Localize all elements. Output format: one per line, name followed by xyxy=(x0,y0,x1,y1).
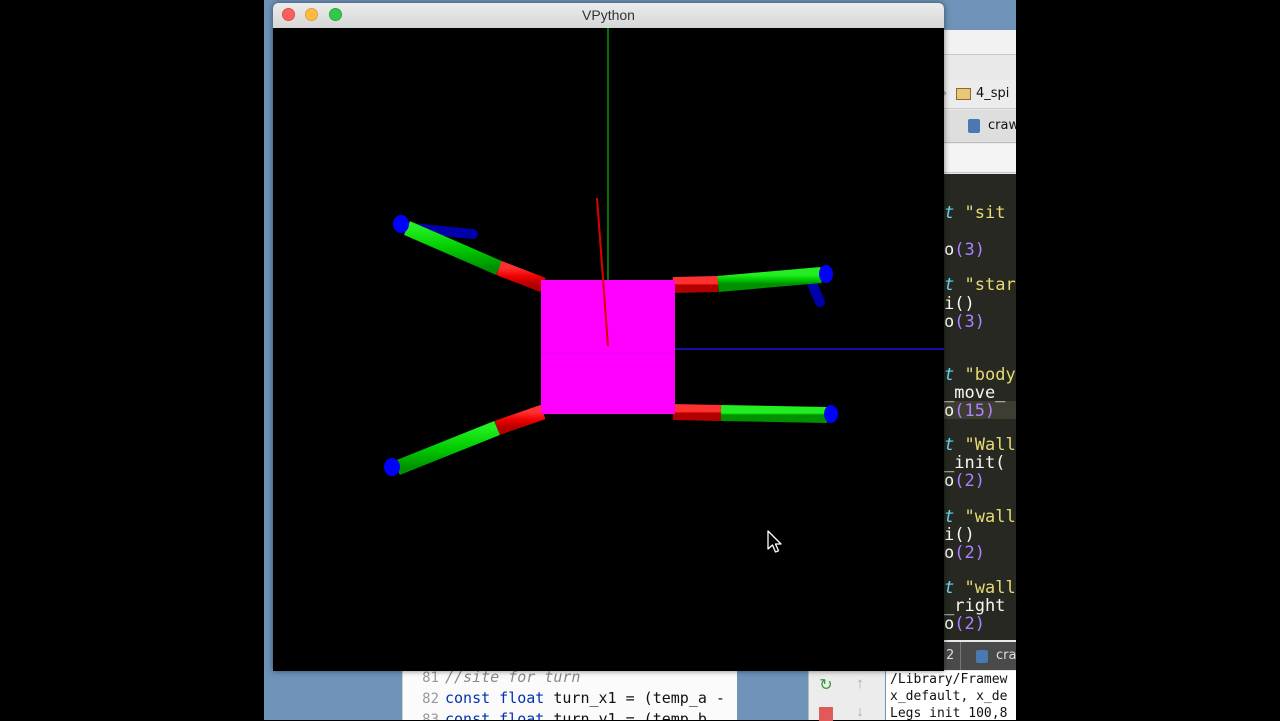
code-token: "sit xyxy=(964,203,1006,223)
code-token: o xyxy=(944,312,955,332)
code-token: o xyxy=(944,240,955,260)
code-token: (2) xyxy=(954,471,985,491)
code-line: _move_ xyxy=(944,384,1005,402)
foot-ball xyxy=(819,265,833,283)
code-token: o xyxy=(944,471,955,491)
code-line: o(2) xyxy=(944,472,985,490)
ide-window: › 4_spi craw t "sito(3)t "stari()o(3)t "… xyxy=(944,30,1016,720)
code-keyword: t xyxy=(944,203,955,223)
window-title: VPython xyxy=(582,7,635,23)
code-keyword: t xyxy=(944,435,955,455)
code-line: _right xyxy=(944,597,1005,615)
run-toolbar: ↻ ↑ ↓ xyxy=(808,671,885,721)
run-tab-label[interactable]: cra xyxy=(996,648,1016,663)
code-token: o xyxy=(944,543,955,563)
code-line: t "wall xyxy=(944,579,1016,597)
code-line: i() xyxy=(944,295,975,313)
code-line: o(2) xyxy=(944,615,985,633)
line-number: 83 xyxy=(422,712,439,720)
code-line: i() xyxy=(944,526,975,544)
folder-icon xyxy=(956,88,971,100)
code-token: "Wall xyxy=(964,435,1016,455)
foot-ball xyxy=(393,215,409,233)
stop-icon[interactable] xyxy=(819,707,833,721)
code-token: (3) xyxy=(954,312,985,332)
leg-upper-segment xyxy=(672,404,722,421)
code-line: o(3) xyxy=(944,313,985,331)
code-token: _init( xyxy=(944,453,1006,473)
code-token: i() xyxy=(944,525,975,545)
code-line: 83 const float turn_y1 = (temp_b xyxy=(403,710,707,720)
code-token: o xyxy=(944,401,955,421)
editor-tab-label[interactable]: craw xyxy=(988,118,1016,133)
code-token: "body xyxy=(964,365,1016,385)
code-line: t "wall xyxy=(944,508,1016,526)
code-keyword: const float xyxy=(445,689,545,707)
code-token: _right xyxy=(944,596,1006,616)
editor-toolbar xyxy=(944,144,1016,173)
console-line: x_default, x_de xyxy=(890,689,1008,704)
code-editor-dark[interactable]: t "sit o(3) t "star i() o(3) t "body _move_ o(1… xyxy=(944,174,1016,669)
code-token: _move_ xyxy=(944,383,1006,403)
scroll-up-icon[interactable]: ↑ xyxy=(851,675,869,693)
breadcrumb-folder-label[interactable]: 4_spi xyxy=(976,86,1009,101)
leg-lower-segment xyxy=(717,267,822,292)
python-file-icon xyxy=(968,119,980,133)
code-line: t "Wall xyxy=(944,436,1016,454)
code-token: o xyxy=(944,614,955,634)
rerun-icon[interactable]: ↻ xyxy=(817,677,835,695)
breadcrumb-separator-icon: › xyxy=(944,86,947,101)
code-token: (15) xyxy=(954,401,996,421)
line-number: 81 xyxy=(422,671,439,686)
code-token: (2) xyxy=(954,614,985,634)
spider-body-box xyxy=(541,280,675,414)
code-token: turn_x1 = (temp_a - xyxy=(544,689,725,707)
run-console[interactable]: /Library/Framew x_default, x_de Legs ini… xyxy=(886,671,1016,720)
code-token: i() xyxy=(944,294,975,314)
code-editor-light[interactable]: 81 //site for turn 82 const float turn_x1 =… xyxy=(402,671,737,720)
leg-back-right xyxy=(672,404,838,423)
python-file-icon xyxy=(976,650,988,663)
code-token: "star xyxy=(964,275,1016,295)
code-token: (3) xyxy=(954,240,985,260)
line-number: 82 xyxy=(422,691,439,707)
leg-upper-segment xyxy=(672,276,719,293)
bottom-tool-tabs: 2 cra xyxy=(944,642,1016,670)
code-line: o(3) xyxy=(944,241,985,259)
code-comment: //site for turn xyxy=(445,671,581,686)
code-line: o(15) xyxy=(944,402,995,420)
code-line: 82 const float turn_x1 = (temp_a - xyxy=(403,689,725,709)
code-keyword: t xyxy=(944,365,955,385)
foot-ball xyxy=(384,458,400,476)
code-keyword: t xyxy=(944,275,955,295)
code-token: "wall xyxy=(964,507,1016,527)
breadcrumb[interactable]: › 4_spi xyxy=(944,80,1016,109)
bottom-tab-number[interactable]: 2 xyxy=(946,648,954,663)
code-line: t "star xyxy=(944,276,1016,294)
tab-divider xyxy=(960,642,961,670)
console-line: Legs init 100,8 xyxy=(890,706,1008,720)
leg-lower-segment xyxy=(720,405,828,423)
mouse-cursor-icon xyxy=(767,530,782,553)
foot-shadow xyxy=(808,281,825,307)
3d-scene-canvas[interactable] xyxy=(273,28,944,671)
code-token: (2) xyxy=(954,543,985,563)
code-line: 81 //site for turn xyxy=(403,671,580,688)
code-keyword: t xyxy=(944,507,955,527)
code-token: "wall xyxy=(964,578,1016,598)
console-line: /Library/Framew xyxy=(890,672,1008,687)
code-line: o(2) xyxy=(944,544,985,562)
code-token: turn_y1 = (temp_b xyxy=(544,710,707,720)
code-line: _init( xyxy=(944,454,1005,472)
code-line: t "body xyxy=(944,366,1016,384)
code-line: t "sit xyxy=(944,204,1005,222)
foot-ball xyxy=(824,405,838,423)
vpython-window[interactable]: VPython xyxy=(273,3,944,671)
code-keyword: t xyxy=(944,578,955,598)
editor-tab-bar: craw xyxy=(944,110,1016,143)
code-keyword: const float xyxy=(445,710,545,720)
scroll-down-icon[interactable]: ↓ xyxy=(851,703,869,721)
window-titlebar[interactable]: VPython xyxy=(273,3,944,29)
ide-toolbar xyxy=(944,30,1016,55)
